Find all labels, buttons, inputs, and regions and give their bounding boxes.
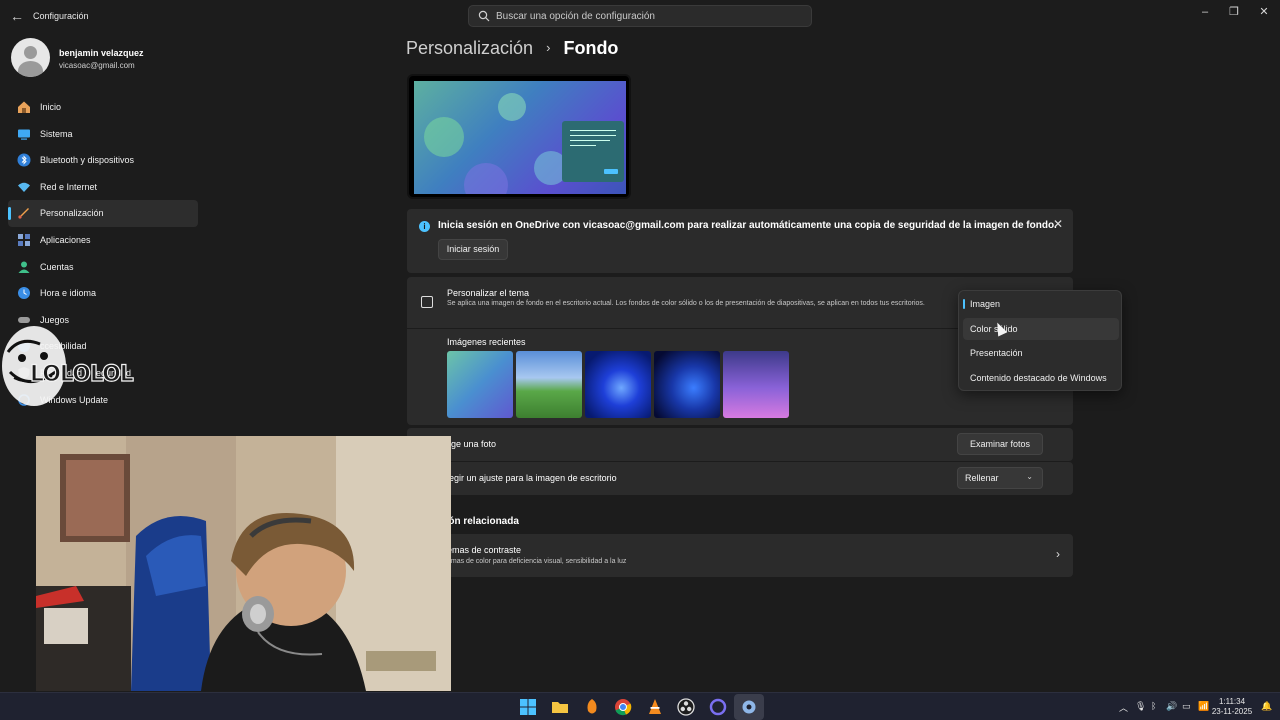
taskbar-clock[interactable]: 1:11:34 23-11-2025: [1208, 697, 1256, 717]
app-title: Configuración: [33, 11, 89, 21]
search-icon: [478, 10, 490, 22]
menu-item-imagen[interactable]: Imagen: [963, 293, 1119, 315]
cortana-icon[interactable]: [708, 697, 728, 717]
sidebar-item-personalizacion[interactable]: Personalización: [8, 200, 198, 227]
sidebar-item-red[interactable]: Red e Internet: [8, 174, 198, 201]
breadcrumb: Personalización › Fondo: [406, 38, 618, 59]
volume-icon[interactable]: 🔊: [1166, 701, 1177, 712]
desktop-preview: [407, 74, 631, 199]
chevron-down-icon: ⌄: [1026, 472, 1033, 481]
onedrive-banner: i Inicia sesión en OneDrive con vicasoac…: [407, 209, 1073, 273]
microphone-icon[interactable]: 🎙: [1135, 701, 1146, 712]
theme-description: Se aplica una imagen de fondo en el escr…: [447, 300, 925, 307]
fit-label: legir un ajuste para la imagen de escrit…: [447, 473, 617, 483]
meme-text: LOLOLOL: [29, 361, 134, 387]
webcam-overlay: [36, 436, 451, 691]
user-email: vicasoac@gmail.com: [59, 61, 135, 70]
minimize-icon[interactable]: –: [1191, 4, 1219, 20]
wifi-icon: [18, 182, 30, 192]
fit-dropdown[interactable]: Rellenar ⌄: [957, 467, 1043, 489]
page-title: Fondo: [563, 38, 619, 58]
close-icon[interactable]: ✕: [1250, 4, 1278, 20]
sidebar-item-cuentas[interactable]: Cuentas: [8, 254, 198, 281]
theme-title: Personalizar el tema: [447, 288, 530, 298]
vlc-icon[interactable]: [645, 697, 665, 717]
image-icon: [421, 296, 433, 308]
bluetooth-tray-icon[interactable]: ᛒ: [1151, 701, 1156, 711]
clock-time: 1:11:34: [1218, 697, 1246, 706]
chrome-icon[interactable]: [613, 697, 633, 717]
close-icon[interactable]: ✕: [1053, 217, 1063, 231]
contrast-themes-title: emas de contraste: [447, 545, 522, 555]
recent-image-thumb[interactable]: [585, 351, 651, 418]
contrast-themes-link[interactable]: emas de contraste emas de color para def…: [407, 534, 1073, 577]
brush-icon: [18, 208, 29, 219]
choose-photo-label: lige una foto: [447, 439, 497, 449]
clock-date: 23-11-2025: [1211, 707, 1253, 716]
back-arrow-icon[interactable]: ←: [8, 7, 26, 25]
preview-window: [562, 121, 624, 182]
recent-image-thumb[interactable]: [654, 351, 720, 418]
taskbar: ︿ 🎙 ᛒ 🔊 ▭ 📶 1:11:34 23-11-2025 🔔: [0, 692, 1280, 720]
chevron-right-icon: ›: [1056, 547, 1060, 561]
user-name: benjamin velazquez: [59, 48, 144, 58]
meme-overlay: LOLOLOL: [0, 322, 150, 410]
menu-item-contenido-destacado[interactable]: Contenido destacado de Windows: [963, 367, 1119, 389]
sidebar-item-aplicaciones[interactable]: Aplicaciones: [8, 227, 198, 254]
home-icon: [18, 101, 30, 113]
search-input[interactable]: Buscar una opción de configuración: [468, 5, 812, 27]
background-type-menu: Imagen Color sólido Presentación Conteni…: [958, 290, 1122, 391]
fit-row: legir un ajuste para la imagen de escrit…: [407, 462, 1073, 495]
browse-photos-button[interactable]: Examinar fotos: [957, 433, 1043, 455]
sign-in-button[interactable]: Iniciar sesión: [438, 239, 508, 260]
menu-item-presentacion[interactable]: Presentación: [963, 342, 1119, 364]
fl-studio-icon[interactable]: [582, 697, 602, 717]
sidebar-item-inicio[interactable]: Inicio: [8, 94, 198, 121]
system-icon: [18, 129, 30, 140]
restore-icon[interactable]: ❐: [1220, 4, 1248, 20]
related-settings-title: ción relacionada: [440, 516, 519, 527]
recent-image-thumb[interactable]: [447, 351, 513, 418]
breadcrumb-separator: ›: [546, 40, 551, 55]
breadcrumb-parent[interactable]: Personalización: [406, 38, 533, 58]
sidebar-item-sistema[interactable]: Sistema: [8, 121, 198, 148]
account-icon: [18, 261, 30, 273]
windows-start-icon[interactable]: [518, 697, 538, 717]
notification-bell-icon[interactable]: 🔔: [1261, 701, 1272, 712]
sidebar-item-bluetooth[interactable]: Bluetooth y dispositivos: [8, 147, 198, 174]
battery-icon[interactable]: ▭: [1182, 701, 1191, 712]
settings-gear-icon[interactable]: [739, 697, 759, 717]
contrast-themes-desc: emas de color para deficiencia visual, s…: [447, 558, 627, 565]
obs-icon[interactable]: [676, 697, 696, 717]
webcam-feed-image: [36, 436, 451, 691]
avatar[interactable]: [11, 38, 50, 77]
onedrive-banner-text: Inicia sesión en OneDrive con vicasoac@g…: [438, 220, 1057, 231]
choose-photo-row: lige una foto Examinar fotos: [407, 428, 1073, 461]
recent-image-thumb[interactable]: [723, 351, 789, 418]
title-bar: ← Configuración Buscar una opción de con…: [0, 0, 1280, 32]
menu-item-color-solido[interactable]: Color sólido: [963, 318, 1119, 340]
apps-icon: [18, 233, 30, 246]
file-explorer-icon[interactable]: [550, 697, 570, 717]
chevron-up-icon[interactable]: ︿: [1119, 701, 1128, 714]
search-placeholder: Buscar una opción de configuración: [496, 11, 655, 22]
sidebar-item-hora[interactable]: Hora e idioma: [8, 280, 198, 307]
globe-clock-icon: [18, 287, 30, 300]
fit-value: Rellenar: [965, 473, 999, 483]
recent-image-thumb[interactable]: [516, 351, 582, 418]
wallpaper-preview-image: [414, 81, 626, 194]
bluetooth-icon: [17, 153, 31, 167]
recent-images-label: Imágenes recientes: [447, 337, 526, 347]
info-icon: i: [419, 221, 430, 232]
